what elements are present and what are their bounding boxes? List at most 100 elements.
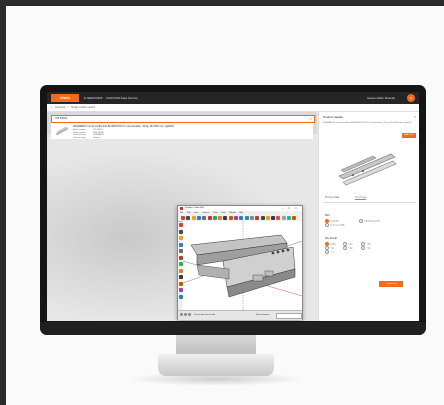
sketchup-side-tool-icon[interactable] bbox=[178, 242, 183, 247]
panel-title: Product details bbox=[323, 115, 343, 119]
menu-edit[interactable]: Edit bbox=[187, 212, 190, 214]
breadcrumb-current: Single product search bbox=[71, 106, 96, 109]
search-icon[interactable]: ⌕ bbox=[310, 116, 312, 121]
sketchup-tool-icon[interactable] bbox=[234, 216, 238, 220]
part-label: Part bbox=[325, 214, 330, 217]
geo-icon bbox=[180, 313, 183, 316]
sketchup-tool-icon[interactable] bbox=[271, 216, 276, 220]
tab-product-data[interactable]: Product data bbox=[325, 196, 339, 199]
download-button[interactable]: ⤓ Download bbox=[379, 281, 403, 287]
sketchup-window[interactable]: Untitled - SketchUp – □ × File Edit View… bbox=[177, 205, 303, 320]
runner-thumbnail bbox=[55, 126, 69, 136]
sketchup-side-tool-icon[interactable] bbox=[178, 275, 183, 279]
radio-icon bbox=[343, 246, 347, 250]
sketchup-tool-icon[interactable] bbox=[202, 216, 207, 220]
header-separator: > bbox=[101, 96, 103, 100]
sketchup-tool-icon[interactable] bbox=[196, 216, 201, 220]
user-icon bbox=[188, 313, 191, 316]
close-icon[interactable]: × bbox=[414, 114, 416, 119]
brand-logo[interactable]: blum bbox=[51, 94, 79, 102]
sketchup-tool-icon[interactable] bbox=[186, 216, 191, 220]
sketchup-tool-icon[interactable] bbox=[223, 216, 228, 220]
sketchup-tool-icon[interactable] bbox=[181, 216, 185, 220]
format-option-skp[interactable]: *.skp bbox=[343, 246, 353, 250]
sketchup-side-tool-icon[interactable] bbox=[178, 249, 183, 253]
sketchup-app-icon bbox=[180, 206, 183, 210]
sketchup-tool-icon[interactable] bbox=[276, 216, 281, 220]
sketchup-tool-icon[interactable] bbox=[292, 216, 297, 220]
menu-file[interactable]: File bbox=[180, 212, 183, 214]
add-to-list-button[interactable]: Add to list bbox=[402, 133, 416, 138]
sketchup-side-tool-icon[interactable] bbox=[178, 262, 183, 266]
sketchup-tool-icon[interactable] bbox=[287, 216, 291, 220]
sketchup-tool-icon[interactable] bbox=[212, 216, 217, 220]
menu-window[interactable]: Window bbox=[229, 212, 236, 214]
sketchup-side-tool-icon[interactable] bbox=[178, 288, 183, 292]
header-user-name[interactable]: Hasan-Salim Bosnak bbox=[367, 96, 395, 100]
search-input[interactable]: 756.5001S ⌕ bbox=[51, 115, 315, 123]
breadcrumb-separator: > bbox=[67, 106, 69, 109]
sketchup-viewport[interactable] bbox=[182, 221, 303, 310]
runner-3d-model bbox=[182, 221, 303, 310]
part-option-individual[interactable]: Individual profile bbox=[359, 219, 380, 223]
runner-product-image bbox=[338, 153, 397, 186]
menu-tools[interactable]: Tools bbox=[221, 212, 226, 214]
maximize-icon[interactable]: □ bbox=[288, 206, 290, 210]
breadcrumb: ⌂ Overview > Single product search bbox=[47, 104, 419, 112]
menu-help[interactable]: Help bbox=[239, 212, 243, 214]
sketchup-tool-icon[interactable] bbox=[191, 216, 196, 220]
product-title[interactable]: LEGRABOX runner profile and BLUMOTION S,… bbox=[73, 125, 174, 128]
sketchup-tool-icon[interactable] bbox=[228, 216, 233, 220]
status-text: Drag in direction to orbit. bbox=[194, 313, 216, 316]
breadcrumb-home[interactable]: Overview bbox=[55, 106, 65, 109]
screen: blum E-SERVICES > CAD/CAM Data Service H… bbox=[47, 92, 419, 321]
sketchup-side-tool-icon[interactable] bbox=[178, 268, 183, 273]
menu-view[interactable]: View bbox=[194, 212, 198, 214]
sketchup-tool-icon[interactable] bbox=[249, 216, 254, 220]
sketchup-side-tool-icon[interactable] bbox=[178, 294, 183, 299]
part-option-label: Carcass profile bbox=[330, 224, 345, 227]
product-field-3-value: Runners bbox=[93, 136, 101, 139]
header-section[interactable]: E-SERVICES bbox=[84, 96, 102, 100]
product-result-card[interactable]: LEGRABOX runner profile and BLUMOTION S,… bbox=[51, 123, 313, 139]
sketchup-tool-icon[interactable] bbox=[260, 216, 265, 220]
sketchup-side-tool-icon[interactable] bbox=[178, 281, 183, 286]
sketchup-tool-icon[interactable] bbox=[265, 216, 270, 220]
sketchup-side-tool-icon[interactable] bbox=[178, 229, 183, 234]
sketchup-tool-icon[interactable] bbox=[218, 216, 223, 220]
sketchup-tool-icon[interactable] bbox=[239, 216, 244, 220]
sketchup-side-tool-icon[interactable] bbox=[178, 223, 183, 227]
monitor-stand-neck bbox=[176, 335, 256, 355]
breadcrumb-home-icon[interactable]: ⌂ bbox=[51, 106, 53, 109]
format-option-stp[interactable]: *.stp bbox=[361, 246, 370, 250]
search-value: 756.5001S bbox=[55, 117, 68, 120]
product-field-3-key: Product range bbox=[73, 136, 86, 139]
file-format-label: File format bbox=[325, 237, 337, 240]
radio-icon bbox=[325, 250, 329, 254]
sketchup-tool-icon[interactable] bbox=[244, 216, 249, 220]
minimize-icon[interactable]: – bbox=[282, 206, 284, 210]
header-app-title: CAD/CAM Data Service bbox=[106, 96, 138, 100]
download-button-label: Download bbox=[386, 283, 397, 285]
measurements-input[interactable] bbox=[276, 312, 302, 319]
sketchup-side-tool-icon[interactable] bbox=[178, 255, 183, 260]
app-header: blum E-SERVICES > CAD/CAM Data Service H… bbox=[47, 92, 419, 104]
menu-draw[interactable]: Draw bbox=[213, 212, 218, 214]
menu-camera[interactable]: Camera bbox=[202, 212, 209, 214]
sketchup-tool-icon[interactable] bbox=[281, 216, 286, 220]
sketchup-side-tool-icon[interactable] bbox=[178, 236, 183, 240]
sketchup-tool-icon[interactable] bbox=[255, 216, 260, 220]
sketchup-statusbar: Drag in direction to orbit. Measurements bbox=[178, 310, 302, 320]
format-option-xt[interactable]: *.x_t bbox=[325, 250, 334, 254]
tab-download[interactable]: Download bbox=[355, 196, 367, 200]
credits-icon bbox=[184, 313, 187, 316]
sketchup-tool-icon[interactable] bbox=[207, 216, 212, 220]
panel-description: LEGRABOX runner profile and BLUMOTION S,… bbox=[323, 122, 412, 124]
user-avatar[interactable]: H bbox=[407, 94, 415, 102]
sketchup-title: Untitled - SketchUp bbox=[185, 207, 204, 209]
monitor: blum E-SERVICES > CAD/CAM Data Service H… bbox=[40, 85, 426, 335]
backdrop: blum E-SERVICES > CAD/CAM Data Service H… bbox=[6, 6, 444, 405]
part-option-carcass[interactable]: Carcass profile bbox=[325, 223, 345, 227]
close-window-icon[interactable]: × bbox=[295, 206, 297, 210]
radio-icon bbox=[325, 223, 329, 227]
